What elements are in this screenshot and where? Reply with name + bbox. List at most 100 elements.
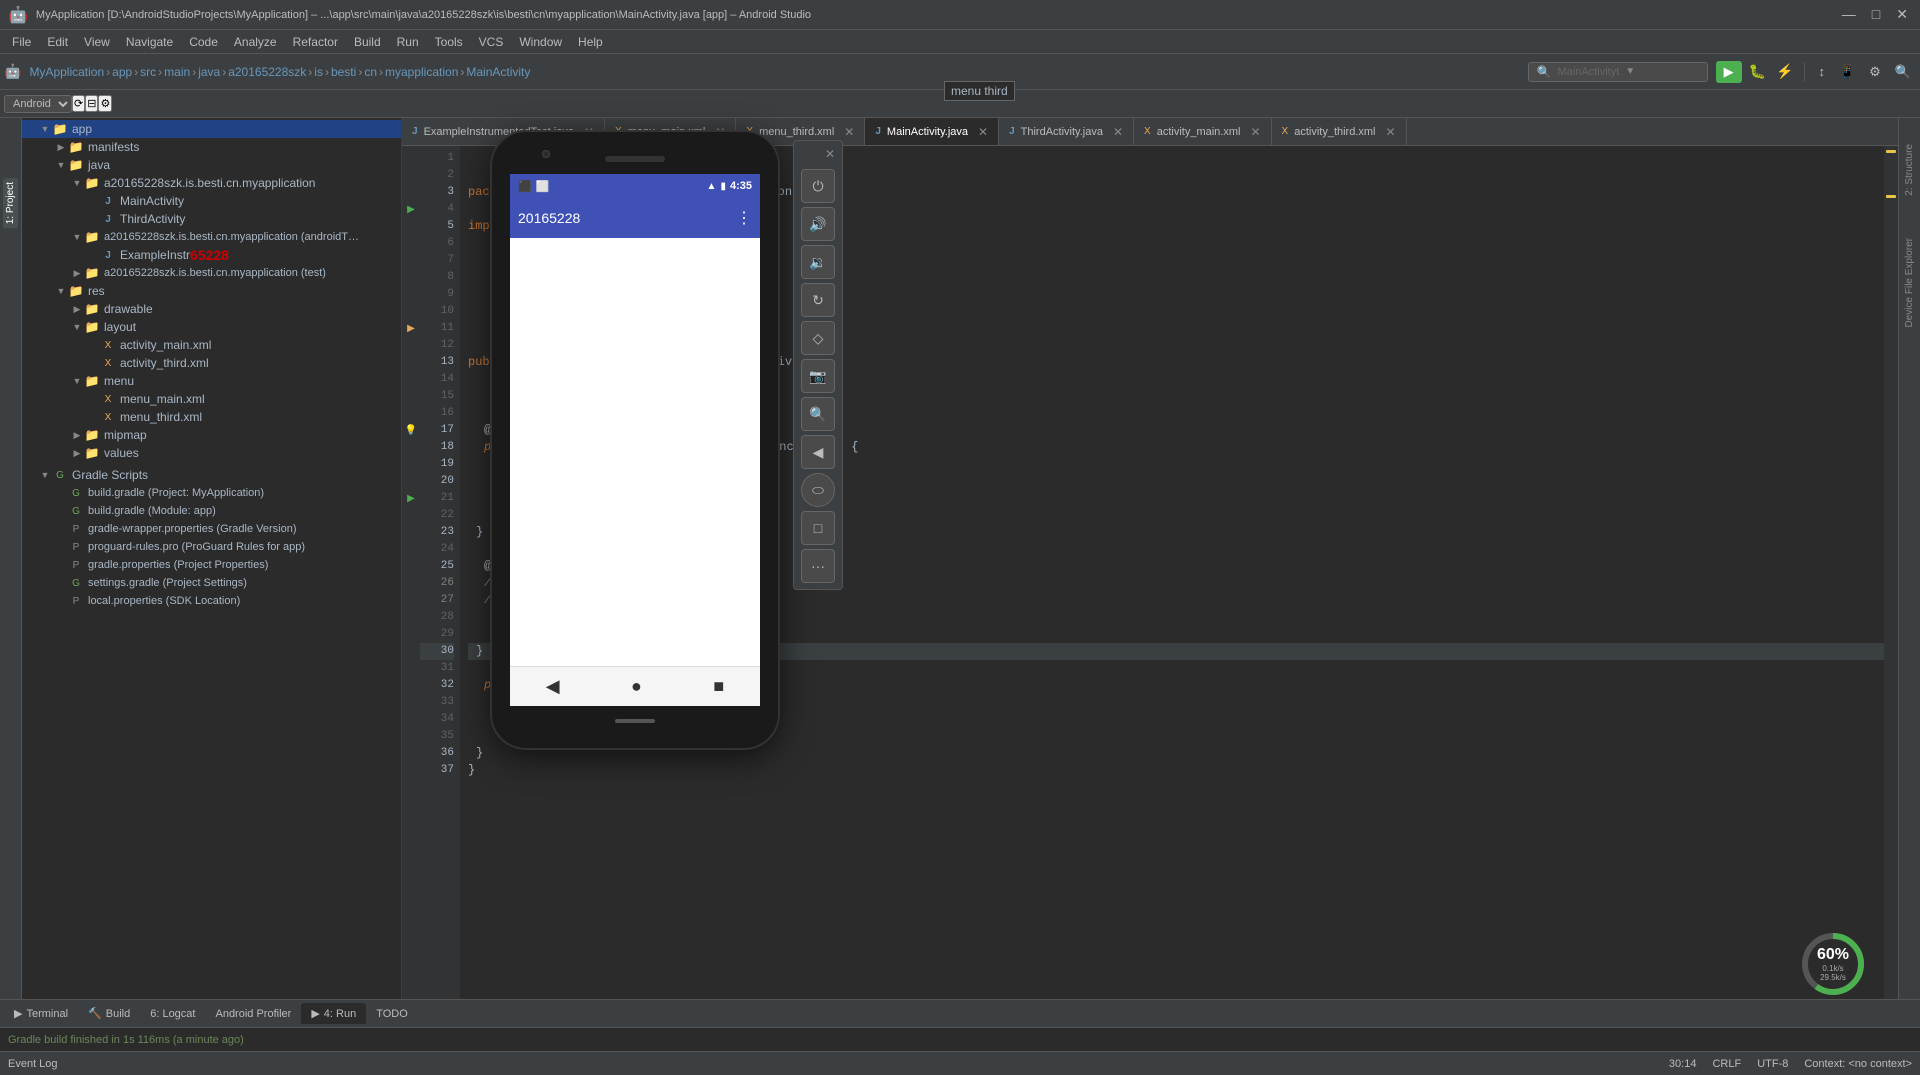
tree-item-build-gradle-proj[interactable]: ▶ G build.gradle (Project: MyApplication…: [22, 484, 401, 502]
tree-item-menu[interactable]: ▼ 📁 menu: [22, 372, 401, 390]
emulator-volume-up-button[interactable]: 🔊: [801, 207, 835, 241]
breadcrumb-myapplication2[interactable]: myapplication: [385, 65, 458, 79]
tree-item-activity-third-xml[interactable]: ▶ X activity_third.xml: [22, 354, 401, 372]
tree-item-main-pkg[interactable]: ▼ 📁 a20165228szk.is.besti.cn.myapplicati…: [22, 174, 401, 192]
tree-item-drawable[interactable]: ▶ 📁 drawable: [22, 300, 401, 318]
emulator-camera-button[interactable]: 📷: [801, 359, 835, 393]
emulator-overview-button[interactable]: □: [801, 511, 835, 545]
breadcrumb-main[interactable]: main: [164, 65, 190, 79]
breadcrumb-besti[interactable]: besti: [331, 65, 356, 79]
breadcrumb-app[interactable]: app: [112, 65, 132, 79]
minimize-button[interactable]: —: [1838, 6, 1860, 23]
tree-item-proguard[interactable]: ▶ P proguard-rules.pro (ProGuard Rules f…: [22, 538, 401, 556]
android-variant-selector[interactable]: Android: [4, 95, 72, 113]
tab-close-3[interactable]: ✕: [844, 125, 854, 139]
encoding[interactable]: UTF-8: [1757, 1058, 1788, 1070]
phone-menu-icon[interactable]: ⋮: [736, 208, 752, 228]
sdk-button[interactable]: ⚙: [1864, 61, 1886, 83]
tree-item-example-test[interactable]: ▶ J ExampleInstr65228: [22, 246, 401, 264]
menu-item-tools[interactable]: Tools: [427, 33, 471, 51]
project-panel-label[interactable]: 1: Project: [3, 178, 18, 228]
tab-terminal[interactable]: ▶ Terminal: [4, 1003, 78, 1024]
avd-button[interactable]: 📱: [1834, 61, 1860, 83]
emulator-close-button[interactable]: ✕: [825, 147, 835, 161]
breadcrumb-mainactivity[interactable]: MainActivity: [466, 65, 530, 79]
run-button[interactable]: ▶: [1716, 61, 1742, 83]
tree-item-menu-third-xml[interactable]: ▶ X menu_third.xml: [22, 408, 401, 426]
tree-item-app[interactable]: ▼ 📁 app: [22, 120, 401, 138]
tree-item-mipmap[interactable]: ▶ 📁 mipmap: [22, 426, 401, 444]
tree-item-manifests[interactable]: ▶ 📁 manifests: [22, 138, 401, 156]
tree-item-res[interactable]: ▼ 📁 res: [22, 282, 401, 300]
emulator-home-button[interactable]: ⬭: [801, 473, 835, 507]
device-explorer-label[interactable]: Device File Explorer: [1902, 232, 1917, 333]
menu-item-view[interactable]: View: [76, 33, 118, 51]
tab-todo[interactable]: TODO: [366, 1004, 418, 1024]
breadcrumb-is[interactable]: is: [314, 65, 323, 79]
emulator-zoom-button[interactable]: 🔍: [801, 397, 835, 431]
search-everywhere-button[interactable]: 🔍: [1890, 61, 1916, 83]
menu-item-help[interactable]: Help: [570, 33, 611, 51]
breadcrumb-myapplication[interactable]: MyApplication: [29, 65, 104, 79]
tab-activity-third-xml[interactable]: X activity_third.xml ✕: [1272, 118, 1407, 145]
emulator-back-button[interactable]: ◀: [801, 435, 835, 469]
emulator-fold-button[interactable]: ◇: [801, 321, 835, 355]
menu-item-refactor[interactable]: Refactor: [285, 33, 346, 51]
tree-item-menu-main-xml[interactable]: ▶ X menu_main.xml: [22, 390, 401, 408]
tab-run[interactable]: ▶ 4: Run: [301, 1003, 366, 1024]
tree-item-thirdactivity[interactable]: ▶ J ThirdActivity: [22, 210, 401, 228]
tree-item-local-properties[interactable]: ▶ P local.properties (SDK Location): [22, 592, 401, 610]
menu-item-vcs[interactable]: VCS: [471, 33, 512, 51]
menu-item-code[interactable]: Code: [181, 33, 226, 51]
menu-item-build[interactable]: Build: [346, 33, 389, 51]
tab-close-6[interactable]: ✕: [1250, 125, 1260, 139]
tree-item-values[interactable]: ▶ 📁 values: [22, 444, 401, 462]
tab-close-5[interactable]: ✕: [1113, 125, 1123, 139]
tab-build[interactable]: 🔨 Build: [78, 1003, 140, 1024]
phone-screen[interactable]: ⬛ ⬜ ▲ ▮ 4:35 20165228 ⋮ ◀ ● ■: [510, 174, 760, 706]
tree-item-gradle-scripts[interactable]: ▼ G Gradle Scripts: [22, 466, 401, 484]
tree-item-gradle-properties[interactable]: ▶ P gradle.properties (Project Propertie…: [22, 556, 401, 574]
tab-thirdactivity[interactable]: J ThirdActivity.java ✕: [999, 118, 1134, 145]
close-button[interactable]: ✕: [1892, 6, 1912, 23]
breadcrumb-cn[interactable]: cn: [364, 65, 377, 79]
menu-item-file[interactable]: File: [4, 33, 39, 51]
tab-close-4[interactable]: ✕: [978, 125, 988, 139]
menu-item-navigate[interactable]: Navigate: [118, 33, 181, 51]
maximize-button[interactable]: □: [1868, 6, 1884, 23]
tree-item-android-pkg[interactable]: ▼ 📁 a20165228szk.is.besti.cn.myapplicati…: [22, 228, 401, 246]
emulator-rotate-button[interactable]: ↻: [801, 283, 835, 317]
emulator-power-button[interactable]: ⏻: [801, 169, 835, 203]
breadcrumb-java[interactable]: java: [198, 65, 220, 79]
menu-item-analyze[interactable]: Analyze: [226, 33, 285, 51]
tree-item-test-pkg[interactable]: ▶ 📁 a20165228szk.is.besti.cn.myapplicati…: [22, 264, 401, 282]
structure-panel-label[interactable]: 2: Structure: [1902, 138, 1917, 202]
breadcrumb-pkg[interactable]: a20165228szk: [228, 65, 306, 79]
debug-button[interactable]: 🐛: [1746, 60, 1769, 83]
phone-content[interactable]: [510, 238, 760, 666]
tree-item-activity-main-xml[interactable]: ▶ X activity_main.xml: [22, 336, 401, 354]
menu-item-window[interactable]: Window: [511, 33, 570, 51]
sync-button[interactable]: ↕: [1813, 61, 1830, 82]
menu-item-edit[interactable]: Edit: [39, 33, 76, 51]
tab-mainactivity-java[interactable]: J MainActivity.java ✕: [865, 118, 999, 145]
tab-profiler[interactable]: Android Profiler: [205, 1004, 301, 1024]
emulator-volume-down-button[interactable]: 🔉: [801, 245, 835, 279]
phone-nav-back[interactable]: ◀: [546, 676, 560, 697]
tree-item-mainactivity[interactable]: ▶ J MainActivity: [22, 192, 401, 210]
tab-logcat[interactable]: 6: Logcat: [140, 1004, 205, 1024]
tab-activity-main-xml[interactable]: X activity_main.xml ✕: [1134, 118, 1271, 145]
tree-item-settings-gradle[interactable]: ▶ G settings.gradle (Project Settings): [22, 574, 401, 592]
menu-item-run[interactable]: Run: [389, 33, 427, 51]
window-controls[interactable]: — □ ✕: [1838, 6, 1912, 23]
collapse-button[interactable]: ⊟: [85, 95, 98, 112]
emulator-more-button[interactable]: ···: [801, 549, 835, 583]
breadcrumb-src[interactable]: src: [140, 65, 156, 79]
phone-nav-recent[interactable]: ■: [713, 676, 724, 697]
tree-item-build-gradle-app[interactable]: ▶ G build.gradle (Module: app): [22, 502, 401, 520]
tree-item-layout[interactable]: ▼ 📁 layout: [22, 318, 401, 336]
phone-nav-home[interactable]: ●: [631, 676, 642, 697]
profile-button[interactable]: ⚡: [1773, 60, 1796, 83]
tab-close-7[interactable]: ✕: [1386, 125, 1396, 139]
sync-project-button[interactable]: ⟳: [72, 95, 85, 112]
